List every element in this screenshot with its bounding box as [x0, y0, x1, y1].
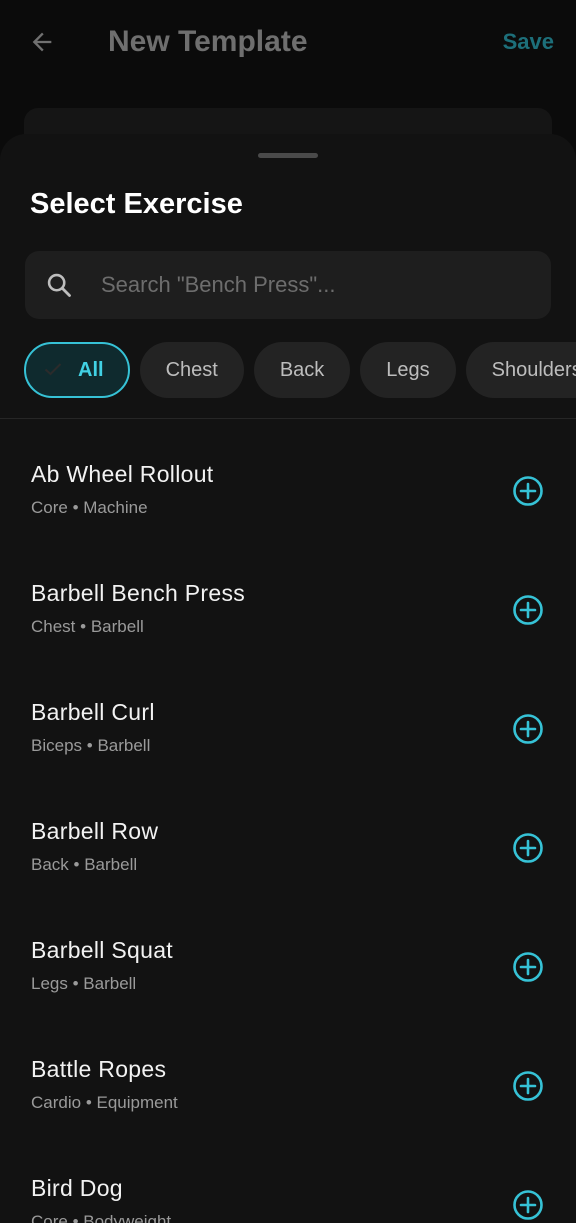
- exercise-picker-sheet: Select Exercise All Chest Back Legs Shoulder…: [0, 134, 576, 1223]
- filter-chip-label: Shoulders: [491, 359, 576, 381]
- exercise-equipment: Machine: [83, 498, 148, 517]
- exercise-row[interactable]: Bird Dog Core • Bodyweight: [0, 1133, 576, 1223]
- add-exercise-icon[interactable]: [512, 594, 544, 626]
- exercise-row[interactable]: Barbell Bench Press Chest • Barbell: [0, 538, 576, 657]
- exercise-equipment: Equipment: [96, 1093, 178, 1112]
- exercise-name: Barbell Curl: [31, 699, 155, 725]
- exercise-equipment: Barbell: [97, 736, 151, 755]
- exercise-meta: Cardio • Equipment: [31, 1092, 178, 1114]
- category-filter-chips: All Chest Back Legs Shoulders: [24, 342, 576, 398]
- filter-chip-label: Chest: [165, 359, 218, 381]
- exercise-muscle: Cardio: [31, 1093, 82, 1112]
- exercise-muscle: Chest: [31, 617, 76, 636]
- exercise-muscle: Biceps: [31, 736, 83, 755]
- filter-chip-shoulders[interactable]: Shoulders: [465, 342, 576, 398]
- add-exercise-icon[interactable]: [512, 1070, 544, 1102]
- sheet-title: Select Exercise: [30, 188, 243, 220]
- meta-separator: •: [68, 855, 85, 874]
- exercise-row[interactable]: Barbell Row Back • Barbell: [0, 776, 576, 895]
- exercise-list: Ab Wheel Rollout Core • Machine Barbell Be…: [0, 419, 576, 1223]
- search-bar[interactable]: [25, 251, 551, 319]
- exercise-meta: Back • Barbell: [31, 854, 137, 876]
- exercise-meta: Biceps • Barbell: [31, 735, 150, 757]
- add-exercise-icon[interactable]: [512, 951, 544, 983]
- exercise-meta: Chest • Barbell: [31, 616, 144, 638]
- exercise-equipment: Bodyweight: [83, 1212, 172, 1223]
- exercise-muscle: Legs: [31, 974, 68, 993]
- exercise-muscle: Core: [31, 498, 68, 517]
- exercise-name: Barbell Squat: [31, 937, 173, 963]
- exercise-name: Barbell Row: [31, 818, 159, 844]
- page-title: New Template: [108, 25, 308, 58]
- exercise-row[interactable]: Ab Wheel Rollout Core • Machine: [0, 419, 576, 538]
- exercise-meta: Legs • Barbell: [31, 973, 136, 995]
- back-button[interactable]: [22, 22, 62, 62]
- exercise-row[interactable]: Barbell Curl Biceps • Barbell: [0, 657, 576, 776]
- search-icon: [47, 273, 71, 297]
- drag-handle[interactable]: [258, 153, 318, 158]
- exercise-row[interactable]: Battle Ropes Cardio • Equipment: [0, 1014, 576, 1133]
- exercise-name: Bird Dog: [31, 1175, 123, 1201]
- meta-separator: •: [75, 617, 91, 636]
- exercise-meta: Core • Machine: [31, 497, 148, 519]
- filter-chip-chest[interactable]: Chest: [139, 342, 244, 398]
- meta-separator: •: [81, 1093, 97, 1112]
- app-bar: New Template Save: [0, 0, 576, 86]
- filter-chip-all[interactable]: All: [24, 342, 130, 398]
- add-exercise-icon[interactable]: [512, 832, 544, 864]
- add-exercise-icon[interactable]: [512, 713, 544, 745]
- exercise-name: Battle Ropes: [31, 1056, 167, 1082]
- add-exercise-icon[interactable]: [512, 475, 544, 507]
- exercise-equipment: Barbell: [83, 974, 137, 993]
- meta-separator: •: [67, 1212, 84, 1223]
- filter-chip-label: Legs: [386, 359, 430, 381]
- arrow-left-icon: [32, 32, 52, 52]
- exercise-name: Ab Wheel Rollout: [31, 461, 214, 487]
- exercise-equipment: Barbell: [84, 855, 138, 874]
- exercise-equipment: Barbell: [90, 617, 144, 636]
- exercise-name: Barbell Bench Press: [31, 580, 246, 606]
- check-icon: [44, 363, 62, 376]
- exercise-muscle: Back: [31, 855, 69, 874]
- exercise-row[interactable]: Barbell Squat Legs • Barbell: [0, 895, 576, 1014]
- add-exercise-icon[interactable]: [512, 1189, 544, 1221]
- meta-separator: •: [67, 974, 84, 993]
- search-input[interactable]: [101, 251, 531, 319]
- exercise-muscle: Core: [31, 1212, 68, 1223]
- filter-chip-legs[interactable]: Legs: [360, 342, 456, 398]
- filter-chip-label: All: [78, 359, 104, 381]
- save-button[interactable]: Save: [503, 26, 554, 58]
- meta-separator: •: [82, 736, 98, 755]
- page: New Template Save Select Exercise All Che…: [0, 0, 576, 1223]
- exercise-meta: Core • Bodyweight: [31, 1211, 171, 1223]
- meta-separator: •: [67, 498, 84, 517]
- filter-chip-label: Back: [279, 359, 325, 381]
- filter-chip-back[interactable]: Back: [253, 342, 351, 398]
